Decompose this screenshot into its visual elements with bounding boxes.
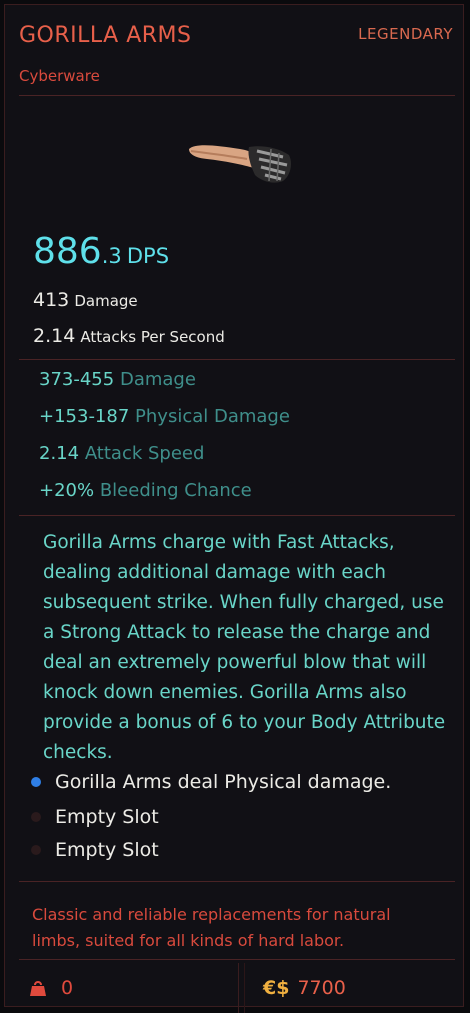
slot-empty-dot-icon (31, 845, 41, 855)
slot-label: Gorilla Arms deal Physical damage. (55, 771, 392, 793)
flavor-text: Classic and reliable replacements for na… (32, 905, 391, 950)
modifier-label: Attack Speed (84, 443, 205, 464)
modifier-value: 373-455 (39, 369, 115, 390)
stat-label: Damage (74, 292, 138, 310)
weight-bag-icon (29, 979, 47, 1002)
slot-label: Empty Slot (55, 839, 159, 861)
modifiers-divider (19, 515, 455, 516)
modifier-value: +20% (39, 480, 95, 501)
item-rarity: LEGENDARY (358, 25, 453, 43)
gorilla-arm-fist-icon (185, 135, 295, 199)
item-weight: 0 (29, 977, 73, 1002)
stat-value: 2.14 (33, 325, 76, 347)
item-description: Gorilla Arms charge with Fast Attacks, d… (43, 532, 446, 763)
dps-fraction: .3 (101, 244, 122, 268)
dps-readout: 886.3 DPS (33, 231, 169, 272)
item-category: Cyberware (19, 67, 100, 85)
dps-unit: DPS (126, 244, 170, 268)
modifier-label: Bleeding Chance (99, 480, 252, 501)
slot-empty-dot-icon (31, 812, 41, 822)
stat-damage: 413 Damage (33, 289, 138, 311)
price-value: 7700 (297, 977, 346, 999)
modifier-label: Damage (119, 369, 196, 390)
modifier-value: 2.14 (39, 443, 80, 464)
footer-divider (19, 959, 455, 960)
slot-label: Empty Slot (55, 806, 159, 828)
modifier-attack-speed: 2.14 Attack Speed (39, 443, 204, 464)
item-tooltip-panel: GORILLA ARMS LEGENDARY Cyberware 886.3 D… (4, 4, 464, 1013)
footer-vertical-divider (238, 963, 239, 1013)
modifier-value: +153-187 (39, 406, 130, 427)
stats-divider (19, 359, 455, 360)
weight-value: 0 (61, 977, 74, 999)
mod-slot-filled[interactable]: Gorilla Arms deal Physical damage. (31, 771, 391, 793)
mod-slot-empty[interactable]: Empty Slot (31, 806, 159, 828)
modifier-damage: 373-455 Damage (39, 369, 196, 390)
stat-value: 413 (33, 289, 70, 311)
modifier-label: Physical Damage (135, 406, 290, 427)
stat-attacks-per-second: 2.14 Attacks Per Second (33, 325, 225, 347)
mod-slot-empty[interactable]: Empty Slot (31, 839, 159, 861)
header-divider (19, 95, 455, 96)
slots-divider (19, 881, 455, 882)
footer-vertical-divider (244, 963, 245, 1013)
item-price: €$ 7700 (263, 977, 346, 999)
slot-filled-dot-icon (31, 777, 41, 787)
stat-label: Attacks Per Second (80, 328, 225, 346)
modifier-bleeding-chance: +20% Bleeding Chance (39, 480, 252, 501)
modifier-physical-damage: +153-187 Physical Damage (39, 406, 290, 427)
eurodollar-icon: €$ (263, 977, 290, 999)
dps-whole: 886 (33, 231, 102, 272)
item-name: GORILLA ARMS (19, 23, 192, 48)
